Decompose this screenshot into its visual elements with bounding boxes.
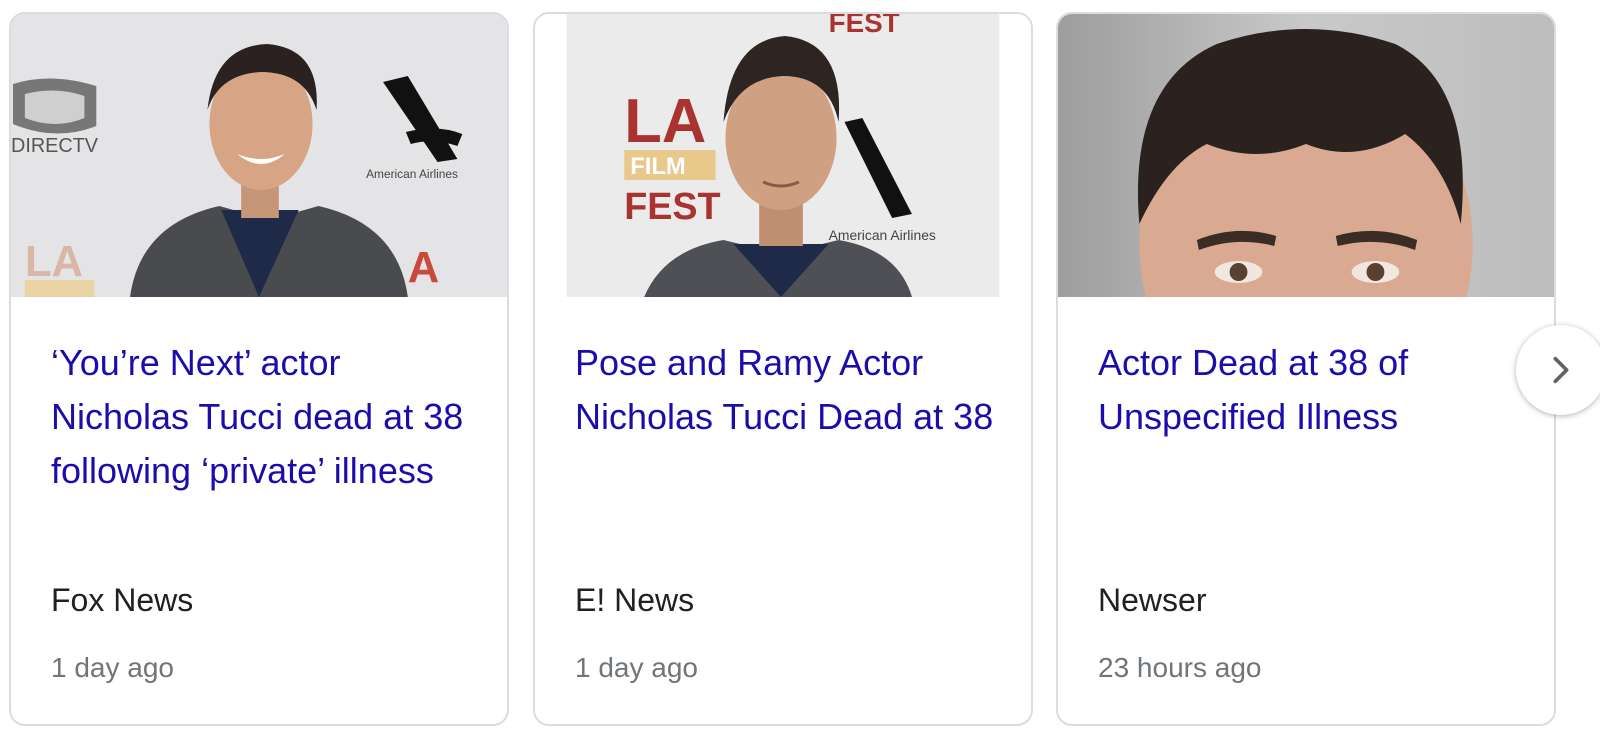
svg-text:LA: LA (624, 87, 706, 156)
news-card-e-news[interactable]: LA FILM FEST FEST American Airlines Pose… (533, 12, 1033, 726)
article-age: 1 day ago (51, 652, 174, 683)
svg-text:LA: LA (25, 237, 83, 286)
article-thumbnail: DIRECTV American Airlines LA A (11, 14, 507, 297)
article-source: E! News (575, 582, 695, 618)
svg-text:A: A (408, 243, 440, 292)
article-thumbnail (1058, 14, 1554, 297)
svg-text:FILM: FILM (630, 153, 686, 180)
svg-text:FEST: FEST (829, 14, 900, 38)
carousel-next-button[interactable] (1516, 325, 1600, 415)
directv-logo: DIRECTV (11, 78, 99, 157)
article-age: 1 day ago (575, 652, 698, 683)
news-card-newser[interactable]: Actor Dead at 38 of Unspecified Illness … (1056, 12, 1556, 726)
article-age: 23 hours ago (1098, 652, 1262, 683)
svg-text:American Airlines: American Airlines (829, 227, 936, 243)
article-headline[interactable]: Actor Dead at 38 of Unspecified Illness (1098, 336, 1518, 444)
chevron-right-icon (1553, 356, 1569, 384)
news-carousel: DIRECTV American Airlines LA A ‘You’re N… (0, 0, 1600, 751)
svg-text:DIRECTV: DIRECTV (11, 135, 99, 157)
news-card-fox-news[interactable]: DIRECTV American Airlines LA A ‘You’re N… (9, 12, 509, 726)
svg-text:FEST: FEST (624, 186, 720, 228)
article-source: Newser (1098, 582, 1207, 618)
la-film-fest-logo: LA FILM FEST (624, 87, 721, 228)
article-headline[interactable]: ‘You’re Next’ actor Nicholas Tucci dead … (51, 336, 471, 498)
article-headline[interactable]: Pose and Ramy Actor Nicholas Tucci Dead … (575, 336, 995, 444)
article-source: Fox News (51, 582, 194, 618)
svg-text:American Airlines: American Airlines (366, 167, 458, 181)
article-thumbnail: LA FILM FEST FEST American Airlines (535, 14, 1031, 297)
